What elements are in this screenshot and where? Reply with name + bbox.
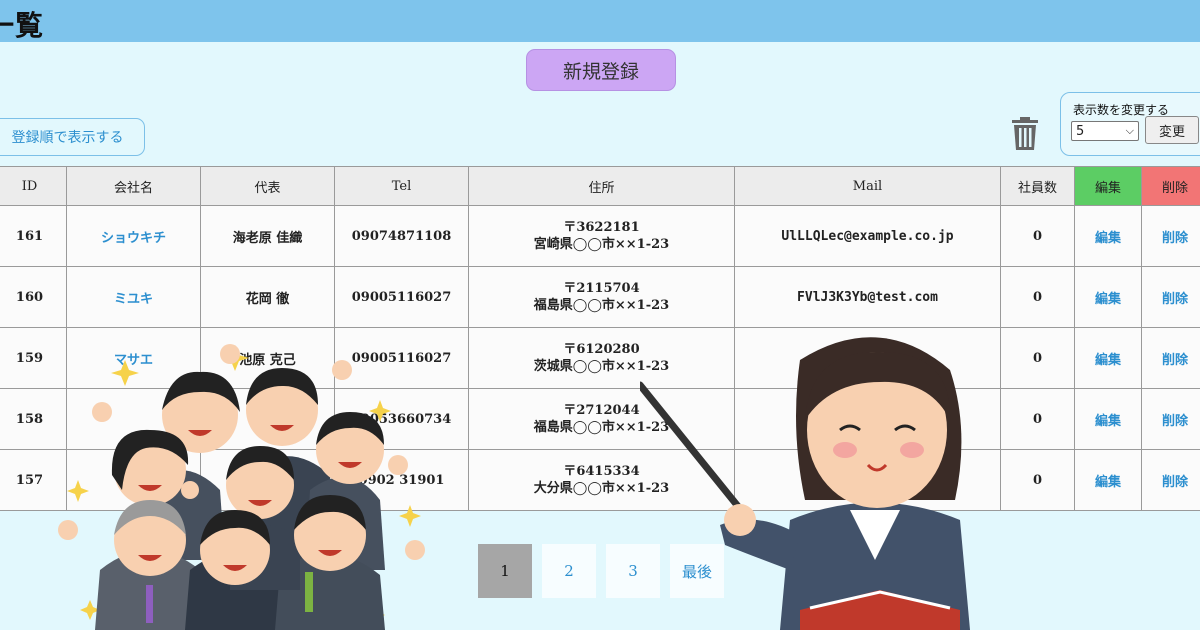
header-address: 住所 [468,166,735,206]
row-zip: 〒3622181 [563,220,640,235]
row-company-link[interactable]: ショウキチ [66,205,201,267]
row-delete-link[interactable]: 削除 [1141,266,1200,328]
teacher-illustration [640,337,970,630]
row-delete-link[interactable]: 削除 [1141,388,1200,450]
header-tel: Tel [334,166,469,206]
row-address-text: 宮崎県◯◯市××1-23 [533,237,670,252]
chevron-down-icon: ⌵ [1125,124,1134,137]
table-header-row: ID 会社名 代表 Tel 住所 Mail 社員数 編集 削除 [0,166,1200,206]
row-employees: 0 [1000,266,1075,328]
table-row: 160 ミユキ 花岡 徹 09005116027 〒2115704 福島県◯◯市××1-2… [0,266,1200,328]
header-edit: 編集 [1074,166,1142,206]
row-delete-link[interactable]: 削除 [1141,449,1200,511]
row-tel: 09005116027 [334,266,469,328]
row-delete-link[interactable]: 削除 [1141,327,1200,389]
row-employees: 0 [1000,327,1075,389]
header-employees: 社員数 [1000,166,1075,206]
header-mail: Mail [734,166,1001,206]
display-count-select[interactable]: 5 ⌵ [1071,121,1139,141]
row-address-text: 福島県◯◯市××1-23 [533,298,670,313]
row-address: 〒3622181 宮崎県◯◯市××1-23 [468,205,735,267]
row-employees: 0 [1000,449,1075,511]
page-1-button[interactable]: 1 [478,544,532,598]
new-registration-button[interactable]: 新規登録 [526,49,676,91]
display-count-value: 5 [1076,123,1085,139]
row-employees: 0 [1000,388,1075,450]
header-rep: 代表 [200,166,335,206]
row-id: 160 [0,266,67,328]
page-2-button[interactable]: 2 [542,544,596,598]
row-company-link[interactable]: ミユキ [66,266,201,328]
row-edit-link[interactable]: 編集 [1074,205,1142,267]
row-edit-link[interactable]: 編集 [1074,327,1142,389]
row-zip: 〒2115704 [563,281,640,296]
row-rep: 花岡 徹 [200,266,335,328]
row-edit-link[interactable]: 編集 [1074,266,1142,328]
row-edit-link[interactable]: 編集 [1074,388,1142,450]
display-count-change-button[interactable]: 変更 [1145,116,1199,144]
row-mail: FVlJ3K3Yb@test.com [734,266,1001,328]
sort-by-registration-button[interactable]: 登録順で表示する [0,118,145,156]
table-row: 161 ショウキチ 海老原 佳織 09074871108 〒3622181 宮崎県◯◯市×… [0,205,1200,267]
row-address: 〒2115704 福島県◯◯市××1-23 [468,266,735,328]
row-delete-link[interactable]: 削除 [1141,205,1200,267]
row-rep: 海老原 佳織 [200,205,335,267]
row-edit-link[interactable]: 編集 [1074,449,1142,511]
row-tel: 09074871108 [334,205,469,267]
row-employees: 0 [1000,205,1075,267]
cheering-group-illustration [58,344,425,630]
header-company: 会社名 [66,166,201,206]
trash-icon[interactable] [1010,117,1040,151]
top-bar: 一覧 [0,0,1200,42]
row-mail: UlLLQLec@example.co.jp [734,205,1001,267]
display-count-panel: 表示数を変更する 5 ⌵ 変更 [1060,92,1200,156]
header-delete: 削除 [1141,166,1200,206]
page-title: 一覧 [0,9,45,42]
row-id: 161 [0,205,67,267]
header-id: ID [0,166,67,206]
